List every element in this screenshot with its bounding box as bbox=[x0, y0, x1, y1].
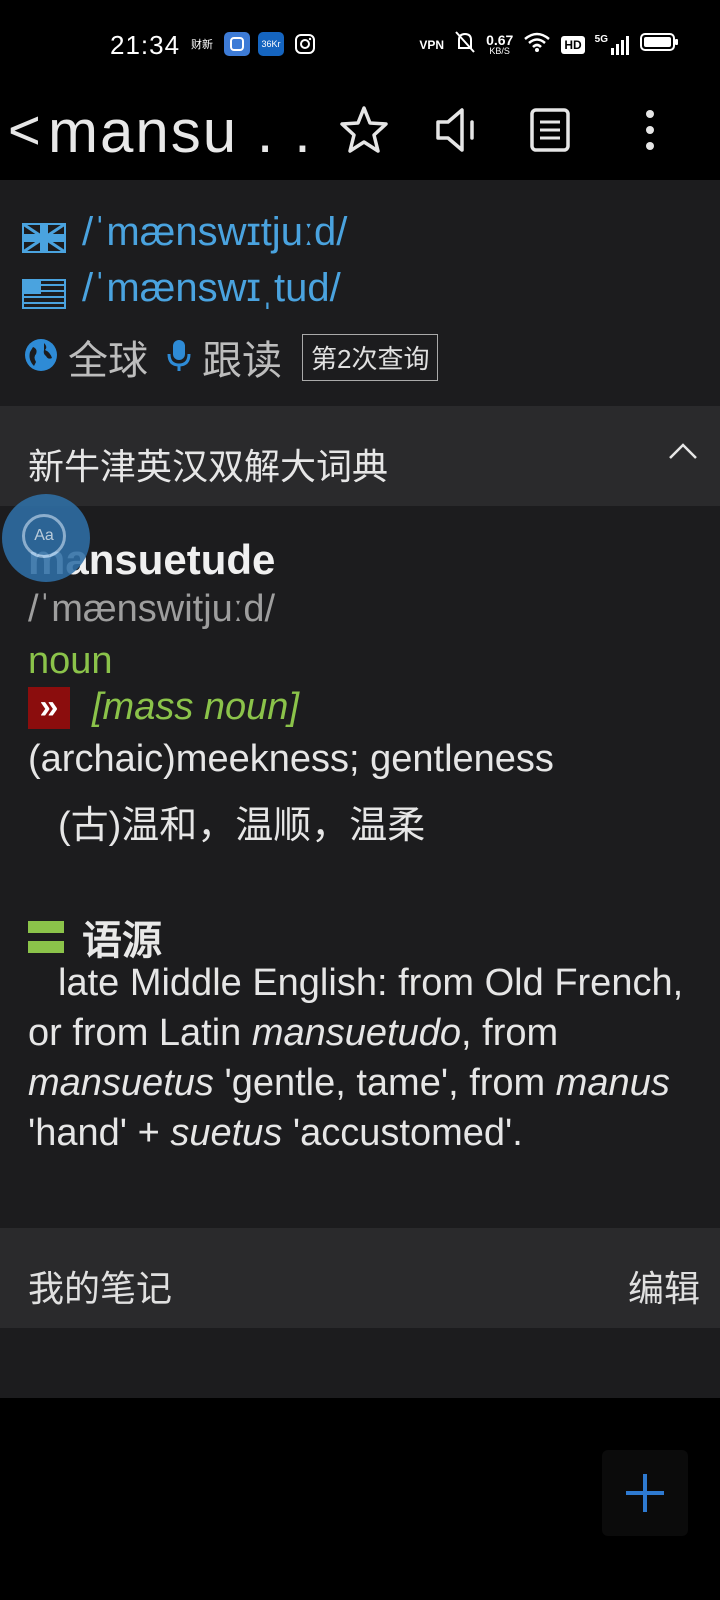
pronunciation-actions: 全球 跟读 第2次查询 bbox=[24, 328, 439, 386]
sense-row: » [mass noun] bbox=[28, 686, 299, 729]
definition-chinese: (古)温和，温顺，温柔 bbox=[58, 805, 426, 847]
uk-flag-icon bbox=[22, 218, 66, 253]
notes-list-icon[interactable] bbox=[522, 102, 578, 158]
etym-italic: mansuetus bbox=[28, 1062, 214, 1104]
network-speed-value: 0.67 bbox=[486, 32, 514, 48]
etym-italic: mansuetudo bbox=[251, 1012, 462, 1054]
status-app-icons: 财新 36Kr bbox=[188, 32, 318, 56]
definition-english: (archaic)meekness; gentleness bbox=[28, 738, 554, 780]
36kr-icon: 36Kr bbox=[258, 32, 284, 56]
sense-marker-icon: » bbox=[28, 686, 70, 729]
lookup-count-badge: 第2次查询 bbox=[302, 333, 439, 381]
us-ipa: /ˈmænswɪˌtud/ bbox=[82, 266, 341, 310]
global-label[interactable]: 全球 bbox=[68, 328, 148, 386]
battery-icon bbox=[640, 31, 680, 58]
page-title: mansu . . bbox=[48, 98, 313, 165]
favorite-star-icon[interactable] bbox=[336, 102, 392, 158]
speaker-icon[interactable] bbox=[428, 102, 484, 158]
app-square-icon bbox=[224, 32, 250, 56]
microphone-icon[interactable] bbox=[166, 338, 192, 377]
wifi-icon bbox=[523, 31, 551, 58]
mute-bell-icon bbox=[454, 30, 476, 59]
us-flag-icon bbox=[22, 274, 66, 309]
uk-pronunciation[interactable]: /ˈmænswɪtjuːd/ bbox=[22, 210, 347, 255]
us-pronunciation[interactable]: /ˈmænswɪˌtud/ bbox=[22, 266, 341, 311]
signal-label: 5G bbox=[594, 33, 608, 45]
hd-icon: HD bbox=[561, 35, 585, 54]
network-speed-unit: KB/S bbox=[489, 46, 510, 56]
text-size-floating-button[interactable]: Aa bbox=[2, 494, 90, 582]
more-vertical-icon[interactable] bbox=[622, 102, 678, 158]
grammar-label: [mass noun] bbox=[92, 686, 299, 728]
dictionary-name: 新牛津英汉双解大词典 bbox=[28, 446, 389, 487]
top-toolbar: < mansu . . bbox=[0, 90, 720, 180]
etym-part: 'hand' + bbox=[28, 1112, 171, 1154]
globe-icon[interactable] bbox=[24, 338, 58, 377]
dictionary-header[interactable]: 新牛津英汉双解大词典 bbox=[0, 406, 720, 506]
status-time: 21:34 bbox=[110, 30, 181, 60]
network-speed: 0.67 KB/S bbox=[486, 33, 513, 56]
add-button[interactable] bbox=[602, 1450, 688, 1536]
instagram-icon bbox=[292, 32, 318, 56]
my-notes-label: 我的笔记 bbox=[28, 1268, 173, 1309]
etym-part: 'gentle, tame', from bbox=[213, 1062, 556, 1104]
plus-icon bbox=[626, 1474, 664, 1512]
status-bar: 21:34 财新 36Kr VPN 0.67 KB/S HD 5G bbox=[0, 0, 720, 90]
part-of-speech: noun bbox=[28, 640, 113, 682]
signal-icon: 5G bbox=[595, 34, 630, 56]
uk-ipa: /ˈmænswɪtjuːd/ bbox=[82, 210, 348, 254]
etymology-text: late Middle English: from Old French, or… bbox=[28, 958, 700, 1158]
back-button[interactable]: < bbox=[8, 102, 41, 158]
entry-ipa: /ˈmænswitjuːd/ bbox=[28, 588, 276, 630]
etym-italic: suetus bbox=[170, 1112, 283, 1154]
status-system-icons: VPN 0.67 KB/S HD 5G bbox=[419, 30, 680, 59]
text-size-icon: Aa bbox=[22, 514, 66, 558]
pronunciation-panel: /ˈmænswɪtjuːd/ /ˈmænswɪˌtud/ 全球 跟读 第2次查询 bbox=[0, 180, 720, 406]
etymology-icon bbox=[28, 919, 64, 955]
follow-read-label[interactable]: 跟读 bbox=[202, 328, 282, 386]
vpn-icon: VPN bbox=[419, 37, 445, 52]
edit-notes-button[interactable]: 编辑 bbox=[628, 1260, 700, 1312]
etym-italic: manus bbox=[555, 1062, 670, 1104]
etym-part: 'accustomed'. bbox=[282, 1112, 523, 1154]
notes-content-area[interactable] bbox=[0, 1328, 720, 1398]
etym-part: , from bbox=[461, 1012, 559, 1054]
chevron-up-icon[interactable] bbox=[668, 442, 698, 460]
notes-bar: 我的笔记 编辑 bbox=[0, 1228, 720, 1328]
caixin-icon: 财新 bbox=[191, 39, 213, 51]
